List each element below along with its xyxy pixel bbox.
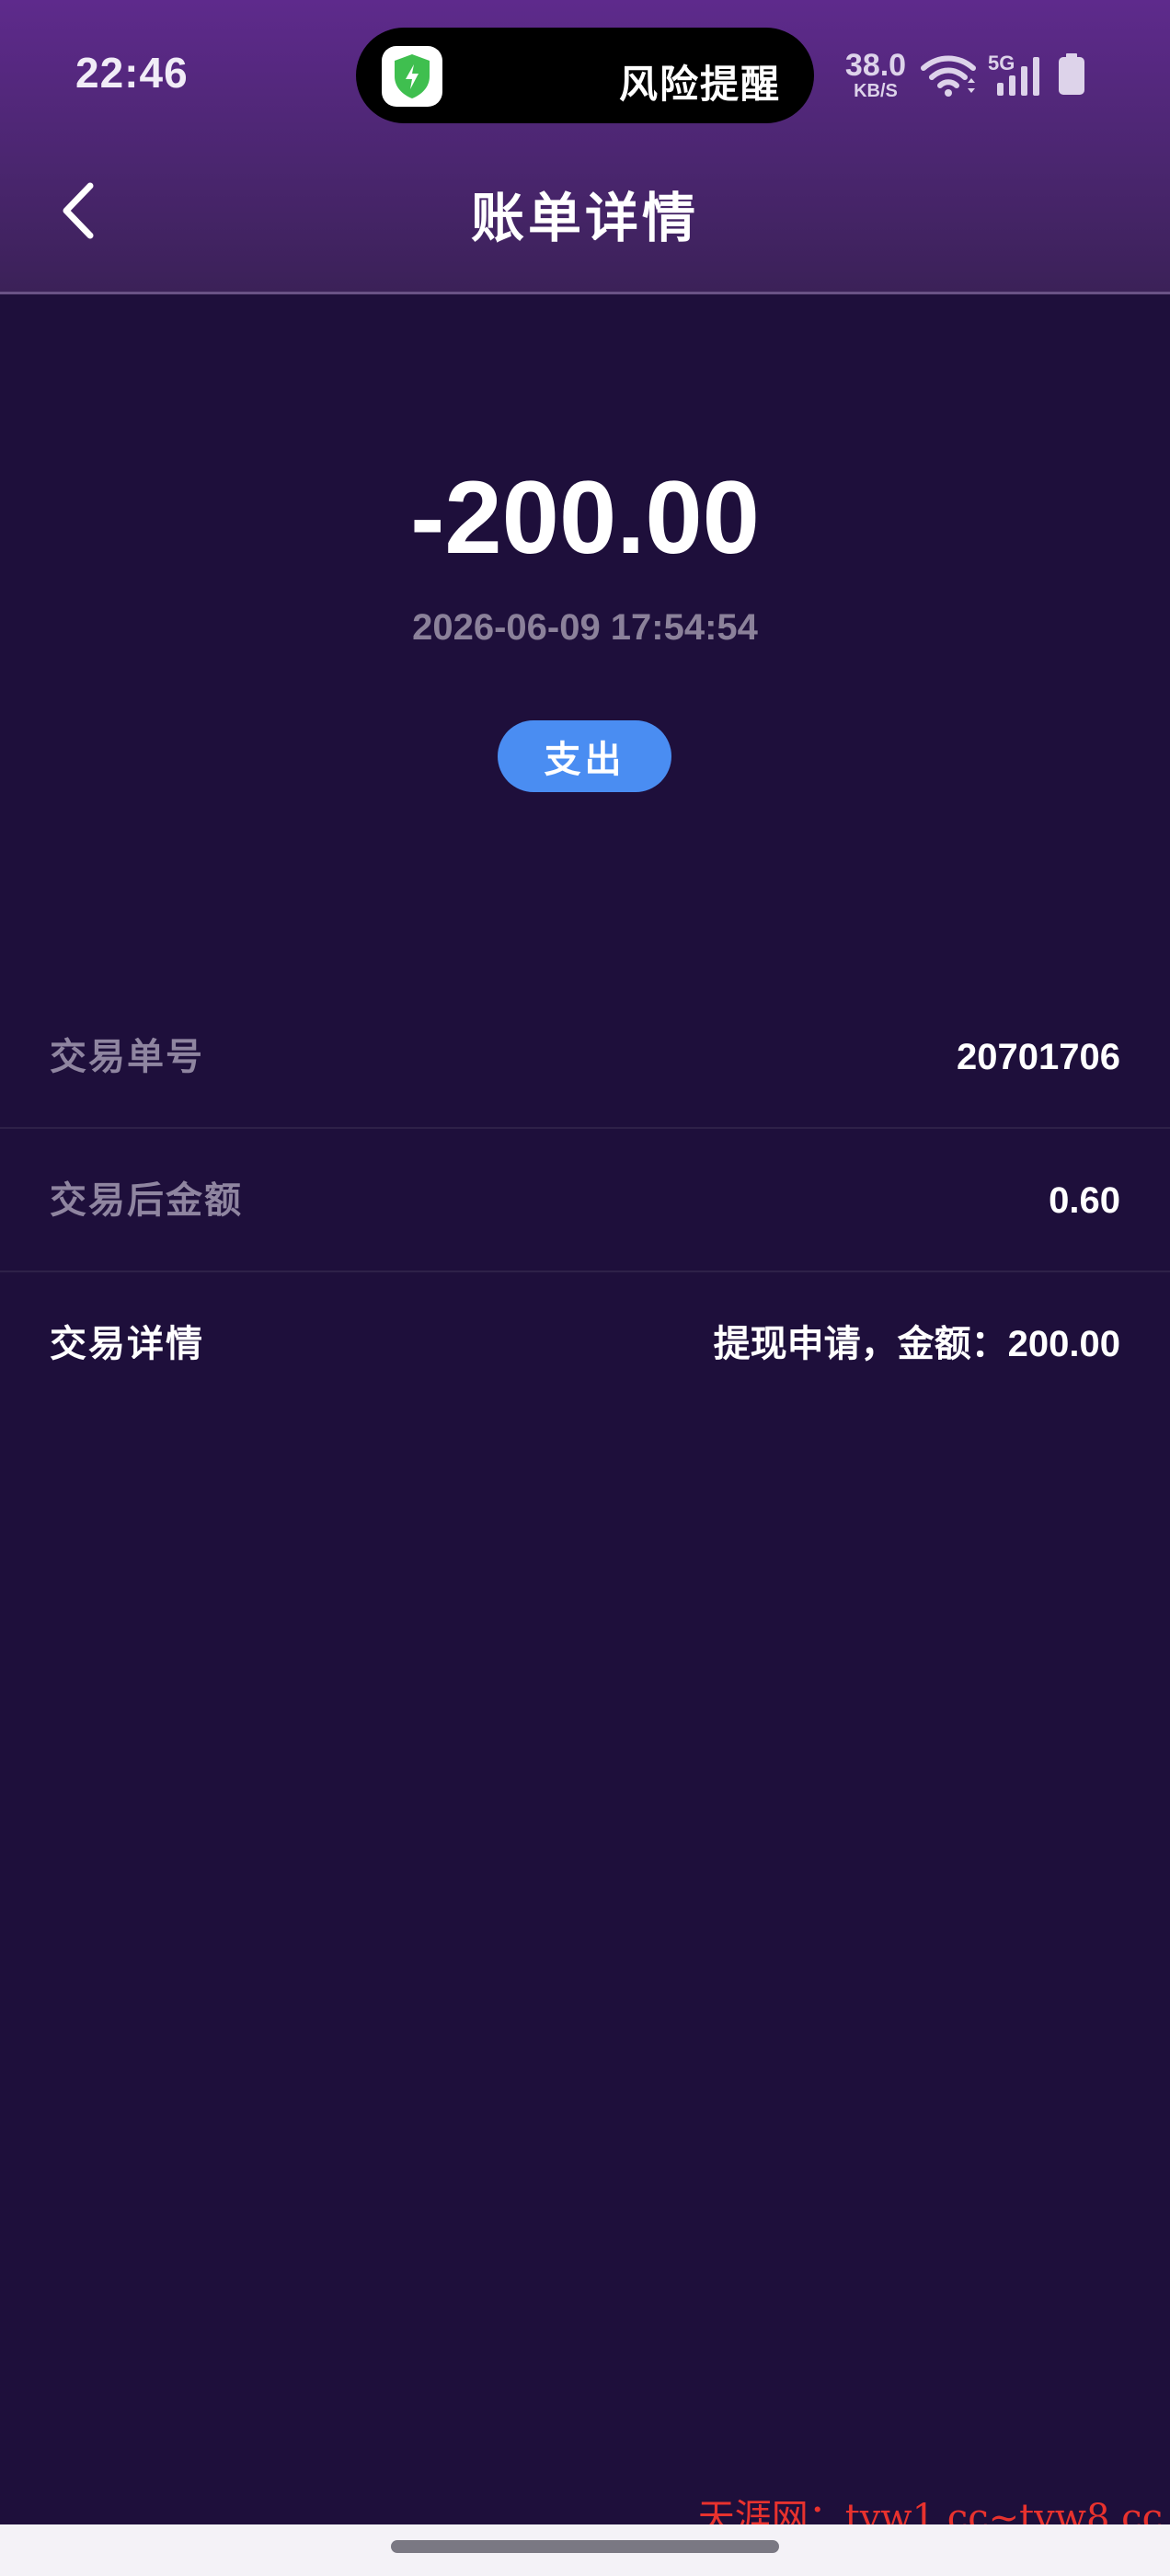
transaction-amount: -200.00 — [410, 460, 760, 575]
status-time: 22:46 — [75, 49, 189, 97]
network-speed-value: 38.0 — [844, 48, 907, 83]
detail-value: 0.60 — [1049, 1180, 1120, 1221]
detail-label: 交易详情 — [50, 1324, 204, 1364]
wifi-icon — [920, 53, 977, 102]
shield-bolt-icon — [382, 46, 442, 107]
detail-label: 交易后金额 — [50, 1180, 243, 1221]
network-speed: 38.0 KB/S — [839, 50, 912, 100]
cellular-signal-icon — [995, 55, 1041, 102]
risk-alert-text: 风险提醒 — [618, 63, 781, 106]
detail-row-balance-after: 交易后金额 0.60 — [0, 1129, 1170, 1272]
detail-label: 交易单号 — [50, 1037, 204, 1077]
page-title: 账单详情 — [470, 189, 699, 248]
app-header: 22:46 风险提醒 38.0 KB/S 5G 账单详情 — [0, 0, 1170, 294]
transaction-type-badge: 支出 — [498, 720, 671, 792]
dynamic-island[interactable]: 风险提醒 — [356, 28, 814, 123]
detail-value: 20701706 — [957, 1037, 1120, 1077]
detail-row-description: 交易详情 提现申请，金额：200.00 — [0, 1272, 1170, 1416]
network-speed-unit: KB/S — [854, 81, 898, 101]
detail-row-order-number: 交易单号 20701706 — [0, 985, 1170, 1129]
battery-icon — [1058, 53, 1085, 100]
home-indicator[interactable] — [391, 2540, 779, 2553]
detail-value: 提现申请，金额：200.00 — [713, 1324, 1120, 1364]
transaction-datetime: 2026-06-09 17:54:54 — [412, 607, 758, 648]
